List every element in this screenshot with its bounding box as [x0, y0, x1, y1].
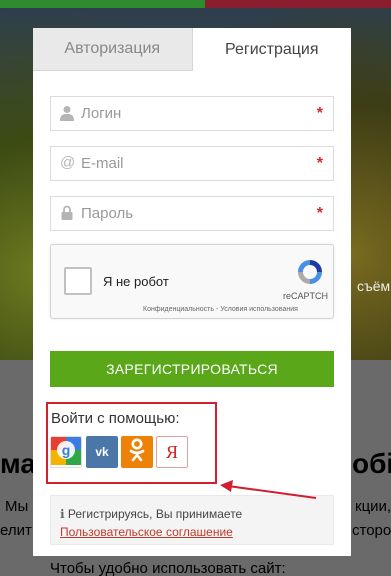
auth-tabs: Авторизация Регистрация — [33, 28, 351, 71]
required-mark: * — [316, 105, 323, 122]
password-field[interactable]: * — [50, 196, 334, 231]
content-text-right-1: кции, — [355, 498, 391, 515]
yandex-login-button[interactable]: Я — [156, 436, 188, 468]
content-text-left-2: елит — [0, 522, 32, 539]
content-text-bottom: Чтобы удобно использовать сайт: — [50, 560, 286, 576]
site-top-bar — [0, 0, 391, 8]
login-field[interactable]: * — [50, 96, 334, 131]
vk-login-button[interactable]: vk — [86, 436, 118, 468]
odnoklassniki-login-button[interactable] — [121, 436, 153, 468]
recaptcha-widget: Я не робот reCAPTCH Конфиденциальность -… — [50, 244, 334, 319]
vk-icon: vk — [95, 445, 109, 459]
required-mark: * — [316, 155, 323, 172]
agreement-text-label: Регистрируясь, Вы принимаете — [67, 507, 243, 521]
content-text-right-2: сторо — [352, 522, 391, 539]
user-icon — [60, 105, 74, 121]
social-login-label: Войти с помощью: — [51, 410, 180, 427]
google-icon: g — [51, 437, 81, 467]
hero-caption: съём — [357, 278, 391, 294]
content-heading-right: обі — [352, 448, 391, 479]
info-icon: ℹ — [60, 507, 68, 521]
at-icon: @ — [60, 154, 76, 171]
social-login-box: Войти с помощью: g vk Я — [46, 402, 217, 484]
email-input[interactable] — [81, 147, 311, 180]
user-agreement-link[interactable]: Пользовательское соглашение — [60, 525, 233, 539]
auth-modal: Авторизация Регистрация * @ * * Я не роб… — [33, 28, 351, 556]
content-text-left-1: Мы — [5, 498, 29, 515]
content-heading-left: ма — [0, 448, 36, 479]
agreement-text: ℹ Регистрируясь, Вы принимаете — [60, 507, 242, 521]
tab-login[interactable]: Авторизация — [33, 28, 193, 71]
recaptcha-checkbox[interactable] — [64, 267, 92, 295]
odnoklassniki-icon — [128, 438, 146, 466]
tab-register[interactable]: Регистрация — [192, 28, 351, 71]
recaptcha-logo-icon — [295, 257, 325, 287]
google-login-button[interactable]: g — [50, 436, 82, 468]
agreement-notice: ℹ Регистрируясь, Вы принимаете Пользоват… — [50, 495, 334, 545]
yandex-icon: Я — [165, 441, 178, 462]
svg-text:g: g — [62, 442, 71, 458]
recaptcha-brand: reCAPTCH — [283, 291, 329, 301]
recaptcha-links[interactable]: Конфиденциальность - Условия использован… — [143, 306, 298, 313]
register-button[interactable]: ЗАРЕГИСТРИРОВАТЬСЯ — [50, 351, 334, 387]
lock-icon — [60, 205, 74, 221]
login-input[interactable] — [81, 97, 311, 130]
email-field[interactable]: @ * — [50, 146, 334, 181]
password-input[interactable] — [81, 197, 311, 230]
required-mark: * — [316, 205, 323, 222]
recaptcha-label: Я не робот — [103, 274, 169, 289]
